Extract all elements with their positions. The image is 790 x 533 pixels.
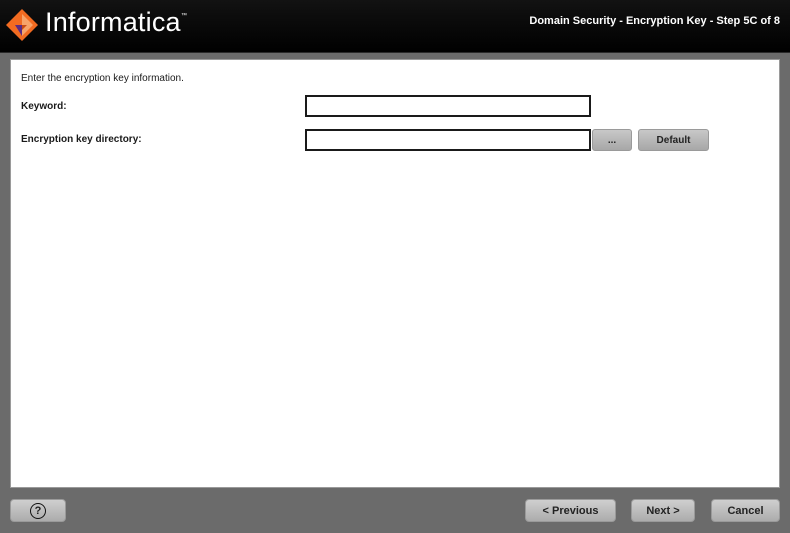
keyword-input[interactable] — [305, 95, 591, 117]
header-bar: Informatica ™ Domain Security - Encrypti… — [0, 0, 790, 53]
encryption-key-directory-input[interactable] — [305, 129, 591, 151]
trademark-mark: ™ — [181, 13, 187, 19]
keyword-label: Keyword: — [21, 101, 67, 112]
encryption-key-directory-label: Encryption key directory: — [21, 134, 142, 145]
previous-button[interactable]: < Previous — [525, 499, 616, 522]
brand-name: Informatica — [45, 7, 181, 37]
question-circle-icon: ? — [30, 503, 46, 519]
next-button[interactable]: Next > — [631, 499, 695, 522]
content-panel: Enter the encryption key information. Ke… — [10, 59, 780, 488]
browse-button[interactable]: ... — [592, 129, 632, 151]
cancel-button[interactable]: Cancel — [711, 499, 780, 522]
default-button[interactable]: Default — [638, 129, 709, 151]
informatica-logo-icon — [6, 9, 38, 41]
intro-text: Enter the encryption key information. — [21, 73, 184, 84]
step-title: Domain Security - Encryption Key - Step … — [529, 15, 780, 27]
help-button[interactable]: ? — [10, 499, 66, 522]
